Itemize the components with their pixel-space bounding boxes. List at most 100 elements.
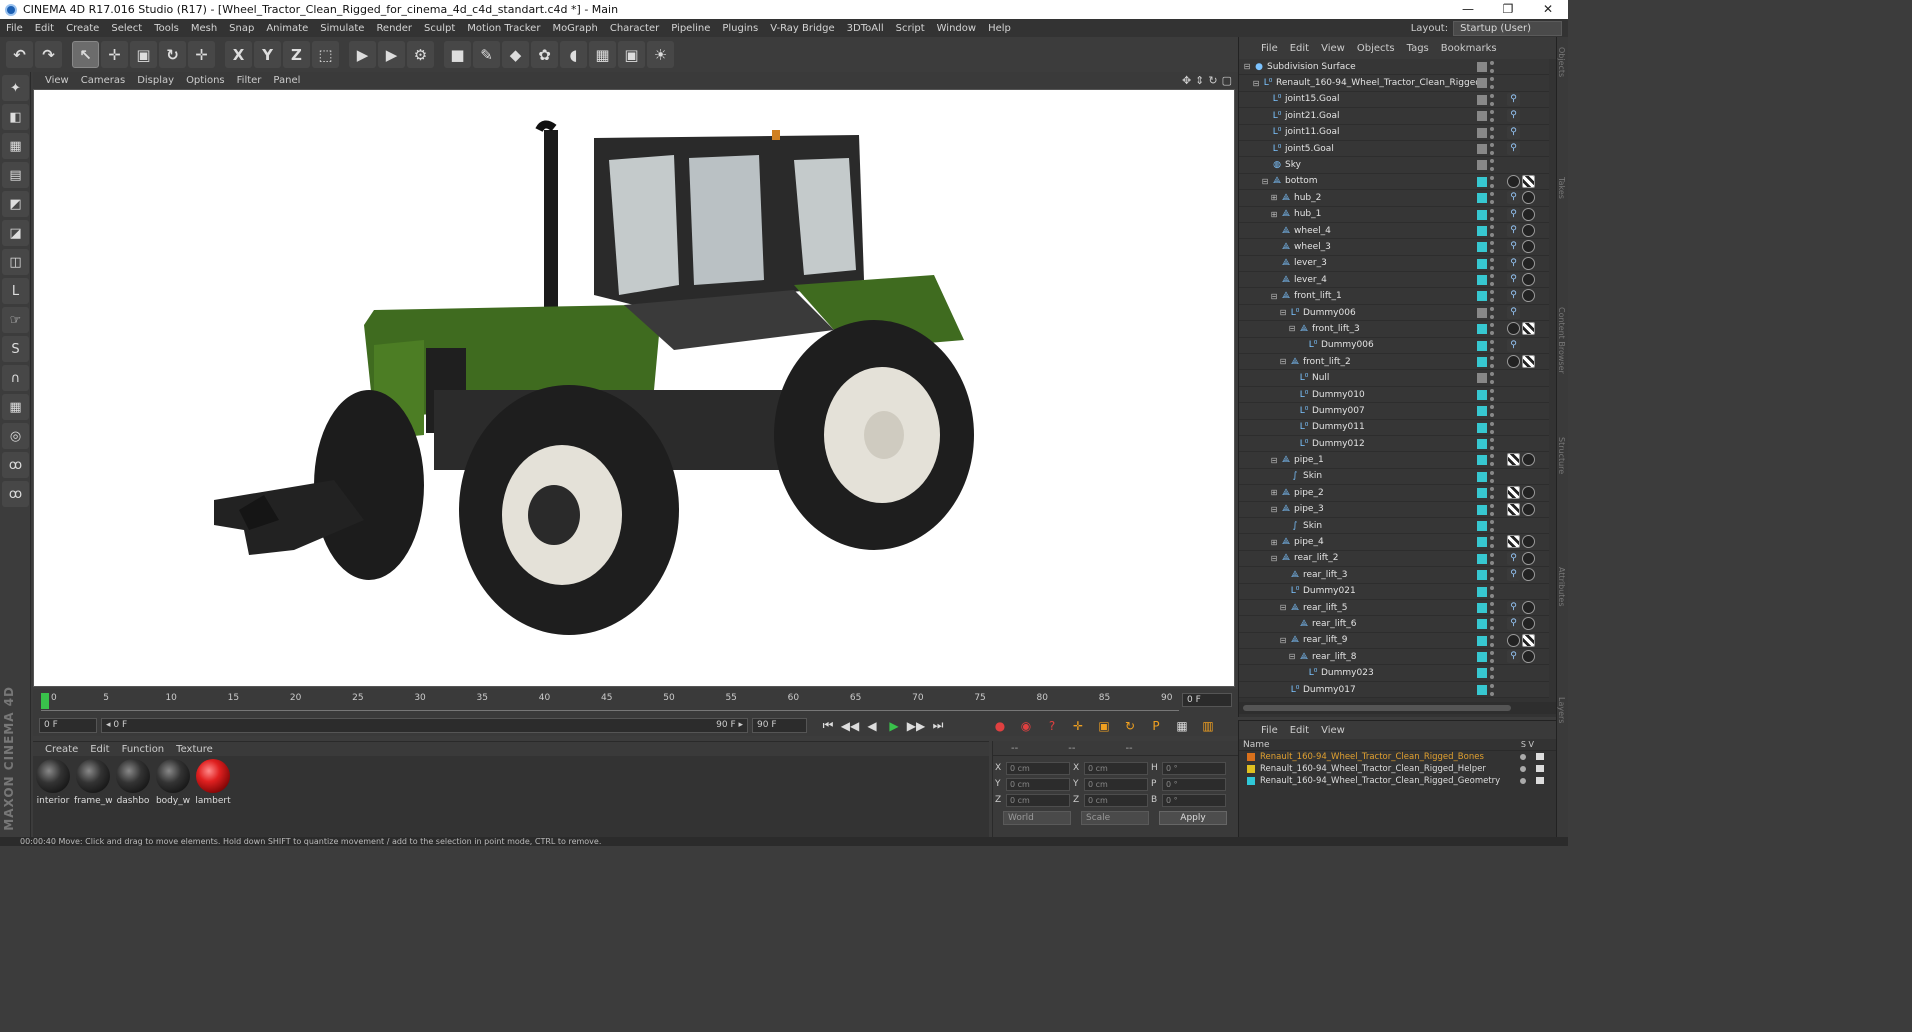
- recent-tool-icon[interactable]: ✛: [188, 41, 215, 68]
- deformer-icon[interactable]: ◖: [560, 41, 587, 68]
- expand-toggle-icon[interactable]: ⊞: [1270, 210, 1278, 219]
- layer-row[interactable]: Renault_160-94_Wheel_Tractor_Clean_Rigge…: [1239, 751, 1556, 763]
- python2-icon[interactable]: ꝏ: [2, 481, 29, 507]
- close-button[interactable]: ✕: [1528, 0, 1568, 19]
- viewport-menu-filter[interactable]: Filter: [231, 75, 268, 86]
- object-row[interactable]: L⁰ joint15.Goal ⚲: [1239, 91, 1549, 109]
- step-forward-icon[interactable]: ▶▶: [905, 716, 927, 735]
- material-tag-icon[interactable]: [1522, 551, 1535, 565]
- menu-help[interactable]: Help: [982, 23, 1017, 34]
- visibility-dots-icon[interactable]: [1490, 257, 1494, 270]
- light-icon[interactable]: ☀: [647, 41, 674, 68]
- object-menu-file[interactable]: File: [1255, 43, 1284, 54]
- layer-view-toggle[interactable]: [1536, 753, 1544, 760]
- y-axis-icon[interactable]: Y: [254, 41, 281, 68]
- apply-button[interactable]: Apply: [1159, 811, 1227, 825]
- render-picture-viewer-icon[interactable]: ▶: [378, 41, 405, 68]
- ik-tag-icon[interactable]: ⚲: [1507, 289, 1520, 303]
- visibility-dots-icon[interactable]: [1490, 208, 1494, 221]
- object-row[interactable]: L⁰ Null: [1239, 370, 1549, 387]
- texture-tag-icon[interactable]: [1522, 322, 1535, 336]
- menu-select[interactable]: Select: [105, 23, 148, 34]
- visibility-dots-icon[interactable]: [1490, 683, 1494, 696]
- expand-toggle-icon[interactable]: ⊟: [1288, 324, 1296, 333]
- keyframe-selection-icon[interactable]: ?: [1041, 716, 1063, 735]
- camera-icon[interactable]: ▣: [618, 41, 645, 68]
- visibility-dots-icon[interactable]: [1490, 93, 1494, 106]
- texture-tag-icon[interactable]: [1507, 502, 1520, 516]
- ik-tag-icon[interactable]: ⚲: [1507, 240, 1520, 254]
- timeline-ruler[interactable]: 0 5 10 15 20 25 30 35 40 45 50 55 60 65 70 75 80 85 90: [41, 691, 1179, 711]
- perspective-viewport[interactable]: [33, 89, 1235, 687]
- material-tag-icon[interactable]: [1522, 502, 1535, 516]
- snap-icon[interactable]: ∩: [2, 365, 29, 391]
- expand-toggle-icon[interactable]: ⊟: [1279, 308, 1287, 317]
- coord-z-field[interactable]: 0 cm: [1006, 793, 1070, 807]
- live-select-icon[interactable]: ↖: [72, 41, 99, 68]
- layer-color-icon[interactable]: [1477, 570, 1487, 581]
- tab-takes[interactable]: Takes: [1557, 177, 1566, 199]
- menu-create[interactable]: Create: [60, 23, 105, 34]
- layer-solo-toggle[interactable]: [1520, 754, 1526, 760]
- layer-color-icon[interactable]: [1477, 275, 1487, 286]
- object-row[interactable]: ⊞ ⟁ pipe_4: [1239, 534, 1549, 551]
- coord-y-field[interactable]: 0 cm: [1084, 777, 1148, 791]
- visibility-dots-icon[interactable]: [1490, 552, 1494, 565]
- layer-color-swatch[interactable]: [1247, 765, 1255, 773]
- visibility-dots-icon[interactable]: [1490, 634, 1494, 647]
- material-tag-icon[interactable]: [1522, 240, 1535, 254]
- menu-snap[interactable]: Snap: [223, 23, 260, 34]
- layer-color-icon[interactable]: [1477, 225, 1487, 236]
- texture-tag-icon[interactable]: [1507, 453, 1520, 467]
- key-param-icon[interactable]: P: [1145, 716, 1167, 735]
- visibility-dots-icon[interactable]: [1490, 372, 1494, 385]
- layer-color-icon[interactable]: [1477, 635, 1487, 646]
- ik-tag-icon[interactable]: ⚲: [1507, 305, 1520, 319]
- material-menu-function[interactable]: Function: [116, 744, 171, 755]
- locked-workplane-icon[interactable]: ▦: [2, 394, 29, 420]
- material-swatch[interactable]: dashbo: [115, 759, 151, 834]
- playhead[interactable]: [41, 693, 49, 709]
- make-editable-icon[interactable]: ✦: [2, 75, 29, 101]
- menu-motion-tracker[interactable]: Motion Tracker: [461, 23, 546, 34]
- play-icon[interactable]: ▶: [883, 716, 905, 735]
- object-menu-bookmarks[interactable]: Bookmarks: [1435, 43, 1503, 54]
- viewport-menu-cameras[interactable]: Cameras: [75, 75, 131, 86]
- layer-color-icon[interactable]: [1477, 471, 1487, 482]
- menu-tools[interactable]: Tools: [148, 23, 185, 34]
- move-icon[interactable]: ✛: [101, 41, 128, 68]
- zoom-view-icon[interactable]: ⇕: [1195, 74, 1204, 87]
- ik-tag-icon[interactable]: ⚲: [1507, 109, 1520, 123]
- expand-toggle-icon[interactable]: ⊟: [1261, 177, 1269, 186]
- layer-view-toggle[interactable]: [1536, 777, 1544, 784]
- rotate-view-icon[interactable]: ↻: [1208, 74, 1217, 87]
- z-axis-icon[interactable]: Z: [283, 41, 310, 68]
- layer-color-icon[interactable]: [1477, 586, 1487, 597]
- material-swatch[interactable]: lambert: [195, 759, 231, 834]
- material-tag-icon[interactable]: [1522, 617, 1535, 631]
- material-tag-icon[interactable]: [1522, 223, 1535, 237]
- world-coords-icon[interactable]: ⬚: [312, 41, 339, 68]
- texture-tag-icon[interactable]: [1522, 174, 1535, 188]
- layer-menu-edit[interactable]: Edit: [1284, 725, 1315, 736]
- layer-solo-toggle[interactable]: [1520, 778, 1526, 784]
- expand-toggle-icon[interactable]: ⊟: [1270, 505, 1278, 514]
- axis-mode-icon[interactable]: L: [2, 278, 29, 304]
- layer-color-icon[interactable]: [1477, 357, 1487, 368]
- ik-tag-icon[interactable]: ⚲: [1507, 141, 1520, 155]
- floor-icon[interactable]: ▦: [589, 41, 616, 68]
- ik-tag-icon[interactable]: ⚲: [1507, 650, 1520, 664]
- menu-window[interactable]: Window: [931, 23, 982, 34]
- visibility-dots-icon[interactable]: [1490, 519, 1494, 532]
- python-icon[interactable]: ꝏ: [2, 452, 29, 478]
- workplane-icon[interactable]: ▤: [2, 162, 29, 188]
- material-tag-icon[interactable]: [1507, 355, 1520, 369]
- material-tag-icon[interactable]: [1522, 273, 1535, 287]
- object-menu-tags[interactable]: Tags: [1401, 43, 1435, 54]
- object-row[interactable]: ⊟ ⟁ pipe_3: [1239, 501, 1549, 518]
- viewport-menu-panel[interactable]: Panel: [267, 75, 306, 86]
- layer-color-icon[interactable]: [1477, 553, 1487, 564]
- edges-mode-icon[interactable]: ◪: [2, 220, 29, 246]
- visibility-dots-icon[interactable]: [1490, 618, 1494, 631]
- layer-color-icon[interactable]: [1477, 193, 1487, 204]
